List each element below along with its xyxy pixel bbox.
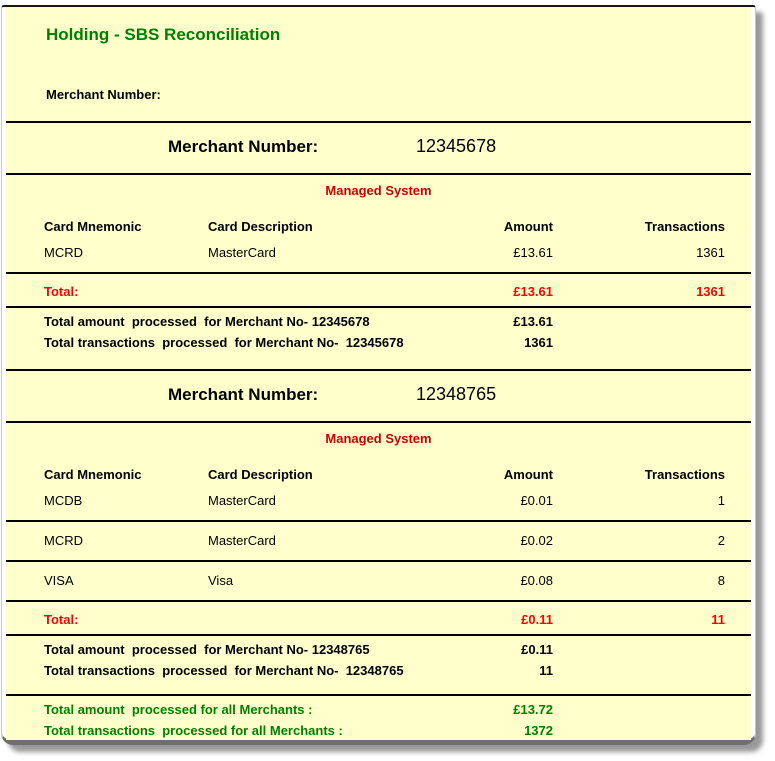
card-amount: £0.01 xyxy=(390,493,553,508)
column-header: Card Mnemonic xyxy=(44,467,208,482)
total-transactions: 11 xyxy=(553,612,725,627)
summary-value: £13.61 xyxy=(390,314,553,329)
card-amount: £0.02 xyxy=(390,533,553,548)
page-title: Holding - SBS Reconciliation xyxy=(46,7,751,45)
summary-label: Total amount processed for Merchant No- … xyxy=(44,314,390,329)
grand-total-transactions-value: 1372 xyxy=(390,723,553,738)
card-description: MasterCard xyxy=(208,533,390,548)
card-transactions: 1361 xyxy=(553,245,725,260)
spacer xyxy=(553,702,725,717)
managed-system-title: Managed System xyxy=(6,183,751,198)
card-amount: £0.08 xyxy=(390,573,553,588)
column-header: Transactions xyxy=(553,219,725,234)
card-description: MasterCard xyxy=(208,493,390,508)
column-header: Amount xyxy=(390,467,553,482)
card-amount: £13.61 xyxy=(390,245,553,260)
spacer xyxy=(553,314,725,329)
merchant-number-label: Merchant Number: xyxy=(168,384,416,406)
managed-system-title: Managed System xyxy=(6,431,751,446)
spacer xyxy=(553,335,725,350)
card-transactions: 1 xyxy=(553,493,725,508)
merchant-number-value: 12345678 xyxy=(416,135,751,157)
spacer xyxy=(553,723,725,738)
card-table-header: Card MnemonicCard DescriptionAmountTrans… xyxy=(6,467,751,482)
total-transactions: 1361 xyxy=(553,284,725,299)
summary-row: Total transactions processed for Merchan… xyxy=(6,663,751,678)
divider xyxy=(6,634,751,636)
total-row: Total: £13.611361 xyxy=(6,274,751,306)
merchant-number-row: Merchant Number:12345678 xyxy=(6,123,751,173)
spacer xyxy=(208,612,390,627)
merchant-number-value: 12348765 xyxy=(416,383,751,405)
divider xyxy=(6,306,751,308)
merchant-number-row: Merchant Number:12348765 xyxy=(6,371,751,421)
summary-value: 1361 xyxy=(390,335,553,350)
divider xyxy=(6,421,751,423)
total-label: Total: xyxy=(44,284,208,299)
grand-total-transactions-row: Total transactions processed for all Mer… xyxy=(6,723,751,738)
merchant-number-label: Merchant Number: xyxy=(168,136,416,158)
summary-row: Total amount processed for Merchant No- … xyxy=(6,314,751,329)
summary-label: Total amount processed for Merchant No- … xyxy=(44,642,390,657)
total-row: Total: £0.1111 xyxy=(6,602,751,634)
card-table-header: Card MnemonicCard DescriptionAmountTrans… xyxy=(6,219,751,234)
grand-total-transactions-label: Total transactions processed for all Mer… xyxy=(44,723,390,738)
report-page: Holding - SBS Reconciliation Merchant Nu… xyxy=(6,7,751,740)
summary-label: Total transactions processed for Merchan… xyxy=(44,663,390,678)
total-amount: £0.11 xyxy=(390,612,553,627)
column-header: Card Description xyxy=(208,467,390,482)
grand-total-amount-value: £13.72 xyxy=(390,702,553,717)
total-label: Total: xyxy=(44,612,208,627)
merchant-section: Merchant Number:12345678 Managed System Ca… xyxy=(6,121,751,350)
summary-value: 11 xyxy=(390,663,553,678)
card-transactions: 2 xyxy=(553,533,725,548)
card-mnemonic: MCDB xyxy=(44,493,208,508)
card-description: MasterCard xyxy=(208,245,390,260)
card-mnemonic: MCRD xyxy=(44,245,208,260)
card-row: MCRDMasterCard£0.022 xyxy=(6,533,751,548)
column-header: Transactions xyxy=(553,467,725,482)
column-header: Amount xyxy=(390,219,553,234)
card-description: Visa xyxy=(208,573,390,588)
divider xyxy=(6,694,751,696)
column-header: Card Mnemonic xyxy=(44,219,208,234)
grand-total-amount-label: Total amount processed for all Merchants… xyxy=(44,702,390,717)
card-mnemonic: MCRD xyxy=(44,533,208,548)
divider xyxy=(6,173,751,175)
merchant-number-header-label: Merchant Number: xyxy=(46,87,751,102)
card-row: MCDBMasterCard£0.011 xyxy=(6,493,751,508)
card-transactions: 8 xyxy=(553,573,725,588)
summary-row: Total amount processed for Merchant No- … xyxy=(6,642,751,657)
summary-value: £0.11 xyxy=(390,642,553,657)
spacer xyxy=(208,284,390,299)
card-mnemonic: VISA xyxy=(44,573,208,588)
merchant-sections: Merchant Number:12345678Managed SystemCa… xyxy=(6,121,751,678)
column-header: Card Description xyxy=(208,219,390,234)
spacer xyxy=(553,642,725,657)
summary-label: Total transactions processed for Merchan… xyxy=(44,335,390,350)
merchant-section: Merchant Number:12348765 Managed System Ca… xyxy=(6,369,751,678)
divider xyxy=(6,520,751,522)
divider xyxy=(6,560,751,562)
card-row: VISAVisa£0.088 xyxy=(6,573,751,588)
report-window: Holding - SBS Reconciliation Merchant Nu… xyxy=(1,5,756,745)
total-amount: £13.61 xyxy=(390,284,553,299)
grand-total-amount-row: Total amount processed for all Merchants… xyxy=(6,702,751,717)
card-row: MCRDMasterCard£13.611361 xyxy=(6,245,751,260)
spacer xyxy=(553,663,725,678)
summary-row: Total transactions processed for Merchan… xyxy=(6,335,751,350)
